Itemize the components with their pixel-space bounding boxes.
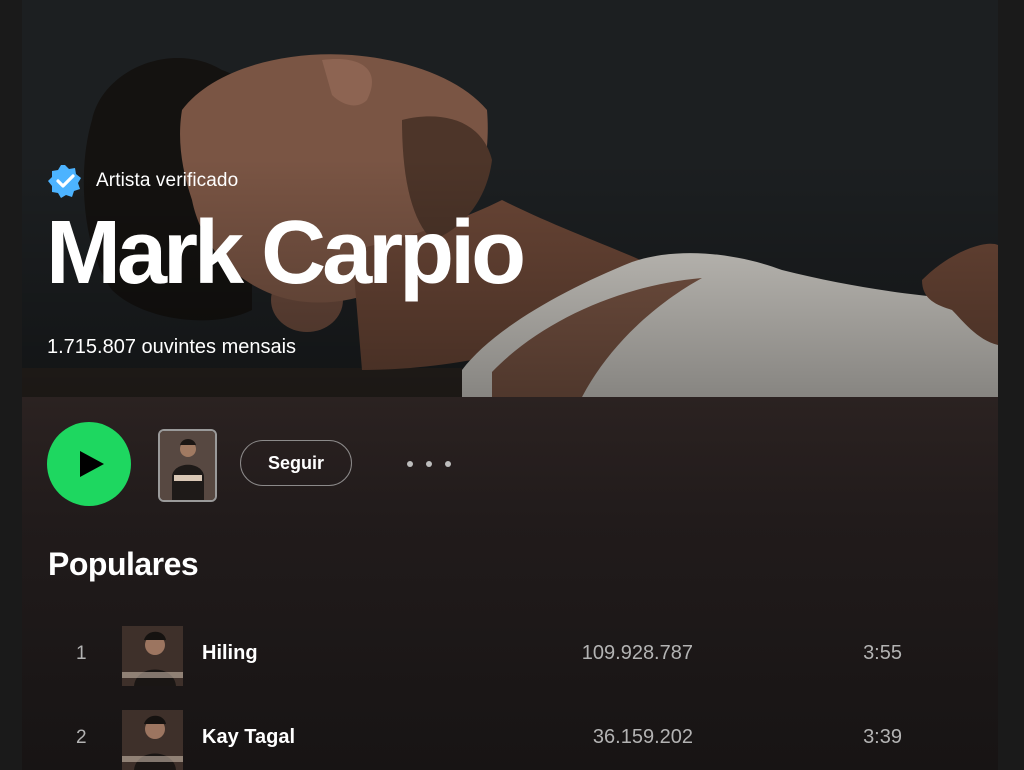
track-cover-art bbox=[122, 710, 183, 770]
verified-artist-badge: Artista verificado bbox=[48, 164, 238, 198]
artist-name: Mark Carpio bbox=[46, 203, 526, 303]
play-icon bbox=[79, 451, 104, 477]
artist-hero-banner: Artista verificado Mark Carpio 1.715.807… bbox=[22, 0, 998, 397]
verified-artist-label: Artista verificado bbox=[96, 170, 239, 191]
track-duration: 3:39 bbox=[863, 726, 902, 748]
track-title[interactable]: Kay Tagal bbox=[202, 726, 295, 749]
more-options-icon bbox=[426, 461, 432, 467]
more-options-icon bbox=[445, 461, 451, 467]
monthly-listeners: 1.715.807 ouvintes mensais bbox=[47, 336, 297, 358]
play-button[interactable] bbox=[47, 422, 131, 506]
artist-action-bar: Seguir bbox=[47, 422, 947, 506]
track-row[interactable]: 1 Hiling 109.928.787 3:55 bbox=[22, 623, 998, 689]
track-number: 1 bbox=[76, 643, 87, 664]
track-play-count: 109.928.787 bbox=[581, 642, 693, 664]
verified-badge-icon bbox=[48, 164, 82, 198]
track-cover-art bbox=[122, 626, 183, 686]
more-options-button[interactable] bbox=[407, 452, 451, 476]
more-options-icon bbox=[407, 461, 413, 467]
popular-section-title: Populares bbox=[48, 546, 199, 582]
track-play-count: 36.159.202 bbox=[592, 726, 693, 748]
artist-pick-thumbnail[interactable] bbox=[158, 429, 217, 502]
track-row[interactable]: 2 Kay Tagal 36.159.202 3:39 bbox=[22, 707, 998, 770]
track-title[interactable]: Hiling bbox=[202, 642, 258, 665]
track-number: 2 bbox=[76, 727, 87, 748]
artist-page[interactable]: Artista verificado Mark Carpio 1.715.807… bbox=[22, 0, 998, 770]
follow-button[interactable]: Seguir bbox=[240, 440, 352, 486]
app-window: Artista verificado Mark Carpio 1.715.807… bbox=[0, 0, 1024, 770]
left-sidebar-edge bbox=[0, 0, 22, 770]
track-duration: 3:55 bbox=[863, 642, 902, 664]
right-panel-edge bbox=[998, 0, 1024, 770]
